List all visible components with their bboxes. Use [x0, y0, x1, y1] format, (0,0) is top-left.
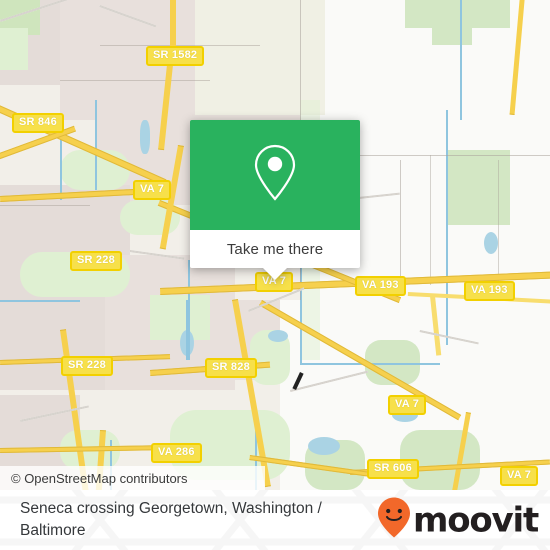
road-shield[interactable]: VA 193 — [464, 281, 515, 301]
road-shield[interactable]: VA 7 — [133, 180, 172, 200]
road-shield[interactable]: VA 286 — [151, 443, 202, 463]
water-body — [308, 437, 340, 455]
boundary-line — [350, 155, 550, 156]
stream — [0, 300, 80, 302]
landuse-park — [448, 150, 510, 225]
boundary-line — [498, 160, 499, 290]
popup-pointer-tail — [263, 268, 287, 280]
water-body — [484, 232, 498, 254]
boundary-line — [0, 205, 90, 206]
landuse-residential — [0, 300, 105, 390]
road-shield[interactable]: SR 846 — [12, 113, 64, 133]
page-title: Seneca crossing Georgetown, Washington /… — [20, 500, 322, 539]
stream — [188, 260, 190, 360]
boundary-line — [400, 160, 401, 290]
stream — [446, 110, 448, 230]
road-shield[interactable]: VA 7 — [500, 466, 539, 486]
road-shield[interactable]: VA 193 — [355, 276, 406, 296]
take-me-there-label: Take me there — [226, 240, 324, 258]
boundary-line — [60, 80, 210, 81]
landuse-park — [432, 20, 472, 45]
water-body — [268, 330, 288, 342]
stream — [95, 100, 97, 190]
attribution-text: © OpenStreetMap contributors — [11, 470, 188, 486]
footer-bar: Seneca crossing Georgetown, Washington /… — [0, 490, 550, 550]
landuse-farmland — [195, 0, 325, 115]
moovit-wordmark: moovit — [412, 500, 539, 540]
map-screen: SR 1582 SR 846 VA 7 SR 228 VA 7 VA 193 V… — [0, 0, 550, 550]
location-popup-card[interactable]: Take me there — [190, 120, 360, 280]
map-canvas[interactable]: SR 1582 SR 846 VA 7 SR 228 VA 7 VA 193 V… — [0, 0, 550, 490]
stream — [186, 300, 188, 360]
landuse-park — [0, 28, 28, 70]
moovit-smiley-pin-icon — [376, 496, 412, 545]
water-body — [140, 120, 150, 154]
road-shield[interactable]: VA 7 — [388, 395, 427, 415]
road-shield[interactable]: SR 606 — [367, 459, 419, 479]
popup-action-bar[interactable]: Take me there — [190, 230, 360, 280]
road-shield[interactable]: SR 228 — [70, 251, 122, 271]
map-attribution[interactable]: © OpenStreetMap contributors — [0, 466, 265, 490]
stream — [460, 0, 462, 120]
boundary-line — [430, 155, 431, 285]
landuse-park — [150, 295, 210, 340]
map-pin-icon — [252, 142, 298, 209]
popup-image-header — [190, 120, 360, 230]
road-shield[interactable]: SR 1582 — [146, 46, 205, 66]
road-shield[interactable]: SR 228 — [61, 356, 113, 376]
road-shield[interactable]: SR 828 — [205, 358, 257, 378]
moovit-brand[interactable]: moovit — [376, 496, 539, 545]
stream — [446, 225, 448, 345]
